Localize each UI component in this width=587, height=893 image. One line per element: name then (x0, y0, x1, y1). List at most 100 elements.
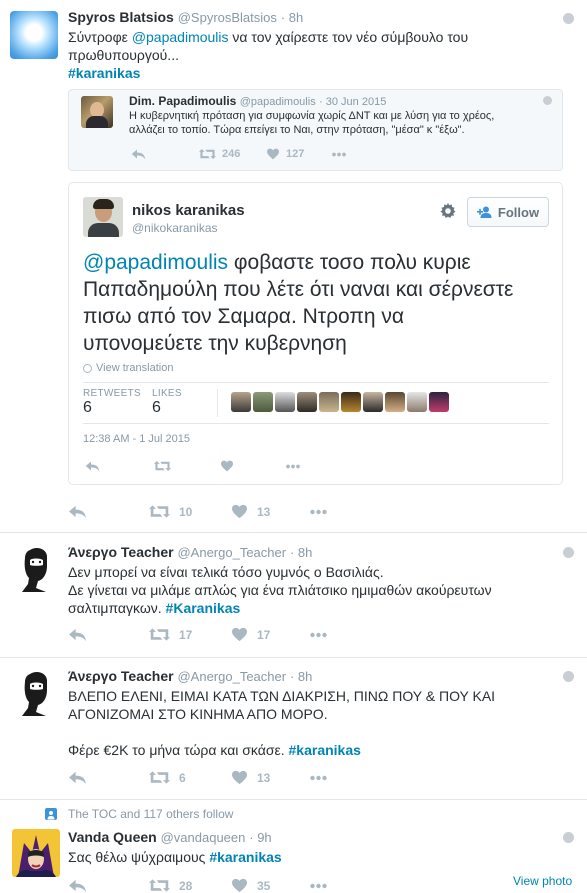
likes-stat[interactable]: LIKES 6 (152, 388, 182, 417)
globe-icon (543, 96, 552, 105)
gear-icon[interactable] (440, 203, 456, 219)
more-button[interactable] (309, 509, 328, 515)
reply-icon (68, 627, 87, 642)
globe-icon (563, 13, 574, 24)
tweet-text-line: Φέρε €2Κ το μήνα τώρα και σκάσε. #karani… (68, 742, 361, 758)
retweet-button[interactable]: 6 (149, 770, 186, 785)
reply-button[interactable] (68, 627, 87, 642)
hashtag-link[interactable]: #karanikas (209, 849, 281, 865)
quoted-avatar[interactable] (81, 96, 113, 128)
hashtag-link[interactable]: #karanikas (289, 742, 361, 758)
more-icon (309, 883, 328, 889)
retweet-button[interactable]: 10 (149, 504, 192, 519)
view-translation-link[interactable]: View translation (83, 362, 173, 374)
tweet-time[interactable]: · 8h (290, 545, 312, 560)
liker-avatar[interactable] (319, 392, 339, 412)
hashtag-link[interactable]: #karanikas (68, 65, 140, 81)
quoted-tweet-text: Η κυβερνητική πρόταση για συμφωνία χωρίς… (129, 110, 495, 136)
author-name[interactable]: Άνεργο Teacher (68, 544, 174, 560)
like-count: 35 (257, 878, 271, 893)
liker-avatar[interactable] (253, 392, 273, 412)
quoted-author-handle[interactable]: @papadimoulis (240, 96, 316, 108)
heart-icon (231, 504, 248, 519)
retweet-icon (149, 770, 170, 785)
avatar[interactable] (12, 829, 60, 877)
retweets-stat[interactable]: RETWEETS 6 (83, 388, 141, 417)
liker-avatar[interactable] (407, 392, 427, 412)
like-button[interactable]: 13 (231, 504, 270, 519)
liker-avatar[interactable] (363, 392, 383, 412)
card-author-name[interactable]: nikos karanikas (132, 202, 245, 219)
more-button[interactable] (331, 152, 347, 157)
author-handle[interactable]: @vandaqueen (161, 830, 246, 845)
heart-icon (231, 878, 248, 893)
more-button[interactable] (285, 464, 301, 469)
embedded-tweet-card[interactable]: nikos karanikas @nikokaranikas Follow @p… (68, 182, 563, 485)
avatar[interactable] (10, 11, 58, 59)
like-count: 127 (286, 148, 305, 160)
author-name[interactable]: Vanda Queen (68, 829, 157, 845)
quoted-author-name[interactable]: Dim. Papadimoulis (129, 94, 236, 108)
liker-avatar[interactable] (385, 392, 405, 412)
like-button[interactable]: 35 (231, 878, 270, 893)
more-button[interactable] (309, 632, 328, 638)
tweet-time[interactable]: · 8h (281, 10, 303, 25)
retweet-button[interactable]: 246 (199, 148, 240, 160)
retweet-icon (149, 504, 170, 519)
more-icon (309, 632, 328, 638)
like-button[interactable]: 127 (266, 148, 304, 160)
mention-link[interactable]: @papadimoulis (83, 251, 228, 274)
author-handle[interactable]: @Anergo_Teacher (177, 669, 286, 684)
reply-button[interactable] (85, 460, 100, 472)
like-button[interactable]: 17 (231, 627, 270, 642)
quoted-tweet[interactable]: Dim. Papadimoulis @papadimoulis · 30 Jun… (68, 89, 563, 171)
more-button[interactable] (309, 883, 328, 889)
retweet-icon (154, 460, 171, 472)
liker-avatar[interactable] (231, 392, 251, 412)
card-avatar[interactable] (83, 197, 123, 237)
hashtag-link[interactable]: #Karanikas (166, 600, 241, 616)
mention-link[interactable]: @papadimoulis (132, 29, 229, 45)
tweet-time[interactable]: · 8h (290, 669, 312, 684)
liker-avatar[interactable] (275, 392, 295, 412)
author-handle[interactable]: @Anergo_Teacher (177, 545, 286, 560)
retweet-icon (149, 878, 170, 893)
like-count: 13 (257, 770, 271, 785)
retweet-count: 10 (179, 504, 193, 519)
like-button[interactable] (220, 460, 234, 472)
card-tweet-text: @papadimoulis φοβαστε τοσο πολυ κυριε Πα… (83, 251, 514, 355)
more-icon (285, 464, 301, 469)
author-handle[interactable]: @SpyrosBlatsios (178, 10, 277, 25)
quoted-tweet-time[interactable]: · 30 Jun 2015 (319, 96, 386, 108)
retweet-count: 17 (179, 627, 193, 642)
reply-button[interactable] (68, 504, 87, 519)
liker-avatar[interactable] (341, 392, 361, 412)
reply-button[interactable] (131, 148, 146, 160)
reply-button[interactable] (68, 878, 87, 893)
author-name[interactable]: Άνεργο Teacher (68, 668, 174, 684)
liker-avatar[interactable] (429, 392, 449, 412)
liker-avatar[interactable] (297, 392, 317, 412)
retweet-button[interactable]: 28 (149, 878, 192, 893)
avatar[interactable] (12, 544, 60, 592)
card-author-handle[interactable]: @nikokaranikas (132, 221, 218, 235)
view-photo-link[interactable]: View photo (513, 874, 572, 888)
card-timestamp[interactable]: 12:38 AM - 1 Jul 2015 (83, 433, 190, 445)
divider (0, 657, 587, 658)
retweet-button[interactable] (154, 460, 171, 472)
avatar[interactable] (12, 668, 60, 716)
heart-icon (220, 460, 234, 472)
follow-button[interactable]: Follow (467, 197, 549, 227)
follow-context[interactable]: The TOC and 117 others follow (68, 807, 233, 821)
tweet-time[interactable]: · 9h (249, 830, 271, 845)
retweet-button[interactable]: 17 (149, 627, 192, 642)
retweet-icon (199, 148, 216, 160)
like-button[interactable]: 13 (231, 770, 270, 785)
divider (0, 532, 587, 533)
divider (0, 799, 587, 800)
reply-button[interactable] (68, 770, 87, 785)
reply-icon (85, 460, 100, 472)
author-name[interactable]: Spyros Blatsios (68, 9, 174, 25)
reply-icon (68, 504, 87, 519)
more-button[interactable] (309, 775, 328, 781)
